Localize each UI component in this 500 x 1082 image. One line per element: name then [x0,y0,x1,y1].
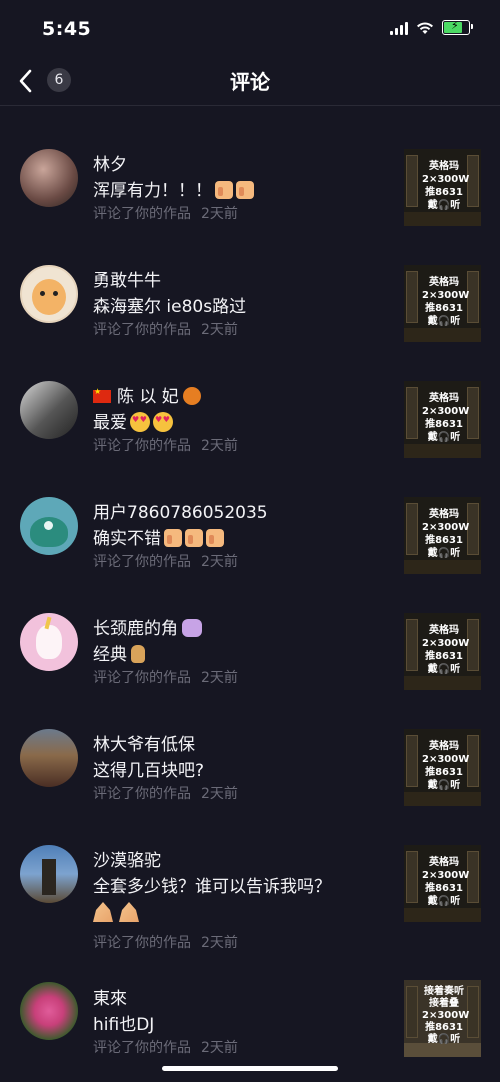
list-item[interactable]: 東來 hifi也DJ 评论了你的作品 2天前 接着奏听 接着叠 2×300W 推8… [0,940,500,1070]
avatar[interactable] [20,149,78,207]
battery-icon: ⚡ [442,19,473,35]
nav-bar: 6 评论 [0,56,500,106]
comment-list: 林夕 浑厚有力！！！ 评论了你的作品 2天前 英格玛 2×300W 推8631 戴… [0,106,500,1057]
avatar[interactable] [20,845,78,903]
list-item[interactable]: 用户7860786052035 确实不错 评论了你的作品 2天前 英格玛 2×30… [0,454,500,574]
money-bag-icon [131,645,145,663]
comment-meta: 评论了你的作品 2天前 [93,1040,238,1056]
video-thumbnail[interactable]: 英格玛 2×300W 推8631 戴🎧听 [404,381,481,458]
list-item[interactable]: 长颈鹿的角 经典 评论了你的作品 2天前 英格玛 2×300W 推8631 戴🎧听 [0,570,500,690]
comment-text: 最爱 [93,408,173,433]
comment-meta: 评论了你的作品 2天前 [93,670,238,686]
folded-hands-icon [119,902,139,922]
video-thumbnail[interactable]: 英格玛 2×300W 推8631 戴🎧听 [404,265,481,342]
wifi-icon [417,22,433,34]
comment-meta: 评论了你的作品 2天前 [93,438,238,454]
comment-text: 确实不错 [93,524,224,549]
thumbs-up-icon [206,529,224,547]
basketball-icon [182,387,201,405]
user-name[interactable]: 沙漠骆驼 [93,846,161,871]
comment-meta: 评论了你的作品 2天前 [93,322,238,338]
user-name[interactable]: 林大爷有低保 [93,730,195,755]
heart-eyes-icon [153,412,173,432]
comment-meta: 评论了你的作品 2天前 [93,786,238,802]
unicorn-icon [182,619,202,637]
list-item[interactable]: 陈 以 妃 最爱 评论了你的作品2天前 英格玛 2×300W 推8631 戴🎧听 [0,338,500,458]
thumbs-up-icon [185,529,203,547]
thumbs-up-icon [236,181,254,199]
user-name[interactable]: 用户7860786052035 [93,498,268,523]
video-thumbnail[interactable]: 英格玛 2×300W 推8631 戴🎧听 [404,845,481,922]
video-thumbnail[interactable]: 英格玛 2×300W 推8631 戴🎧听 [404,149,481,226]
video-thumbnail[interactable]: 接着奏听 接着叠 2×300W 推8631 戴🎧听 [404,980,481,1057]
comment-meta: 评论了你的作品 2天前 [93,554,238,570]
avatar[interactable] [20,982,78,1040]
video-thumbnail[interactable]: 英格玛 2×300W 推8631 戴🎧听 [404,613,481,690]
avatar[interactable] [20,265,78,323]
folded-hands-icon [93,902,113,922]
list-item[interactable]: 林夕 浑厚有力！！！ 评论了你的作品 2天前 英格玛 2×300W 推8631 戴… [0,106,500,226]
comment-text: 森海塞尔 ie80s路过 [93,297,247,317]
comment-text: 全套多少钱？谁可以告诉我吗？ [93,877,331,897]
cellular-signal-icon [390,21,408,35]
list-item[interactable]: 林大爷有低保 这得几百块吧? 评论了你的作品 2天前 英格玛 2×300W 推86… [0,686,500,806]
list-item[interactable]: 勇敢牛牛 森海塞尔 ie80s路过 评论了你的作品 2天前 英格玛 2×300W … [0,222,500,342]
comment-meta: 评论了你的作品 2天前 [93,206,238,222]
status-bar: 5:45 ⚡ [0,0,500,56]
heart-eyes-icon [130,412,150,432]
user-name[interactable]: 陈 以 妃 [93,382,201,407]
avatar[interactable] [20,613,78,671]
home-indicator[interactable] [162,1066,338,1071]
avatar[interactable] [20,381,78,439]
comment-text: 浑厚有力！！！ [93,176,254,201]
thumbs-up-icon [164,529,182,547]
video-thumbnail[interactable]: 英格玛 2×300W 推8631 戴🎧听 [404,729,481,806]
page-title: 评论 [230,70,270,94]
comment-text: hifi也DJ [93,1015,155,1035]
status-icons: ⚡ [390,19,473,35]
avatar[interactable] [20,497,78,555]
user-name[interactable]: 林夕 [93,150,127,175]
status-time: 5:45 [42,18,92,40]
comment-emoji-line [93,902,145,924]
avatar[interactable] [20,729,78,787]
user-name[interactable]: 长颈鹿的角 [93,614,202,639]
comment-text: 经典 [93,640,145,665]
user-name[interactable]: 勇敢牛牛 [93,266,161,291]
video-thumbnail[interactable]: 英格玛 2×300W 推8631 戴🎧听 [404,497,481,574]
user-name[interactable]: 東來 [93,984,127,1009]
china-flag-icon [93,387,111,403]
thumbs-up-icon [215,181,233,199]
list-item[interactable]: 沙漠骆驼 全套多少钱？谁可以告诉我吗？ 评论了你的作品 2天前 英格玛 2×300… [0,802,500,951]
comment-text: 这得几百块吧? [93,761,205,781]
